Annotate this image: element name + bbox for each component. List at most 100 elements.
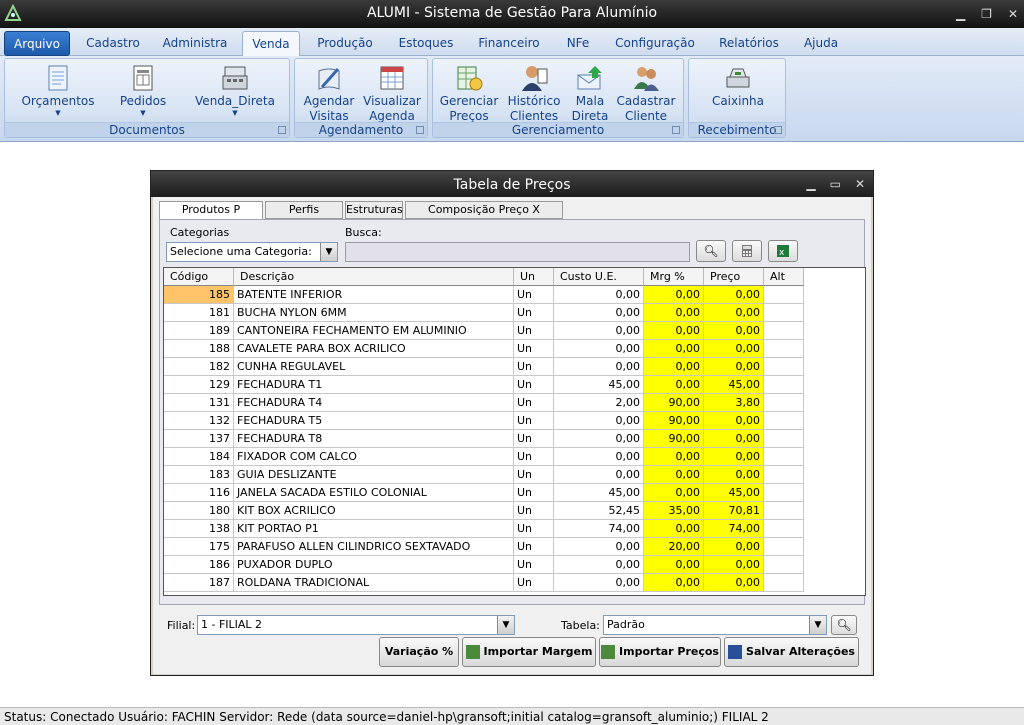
table-cell[interactable]: 0,00: [554, 466, 644, 484]
table-cell[interactable]: Un: [514, 574, 554, 592]
table-cell[interactable]: 0,00: [554, 556, 644, 574]
table-cell[interactable]: KIT PORTAO P1: [234, 520, 514, 538]
table-cell[interactable]: 137: [164, 430, 234, 448]
menu-ajuda[interactable]: Ajuda: [798, 31, 844, 56]
table-cell[interactable]: CUNHA REGULAVEL: [234, 358, 514, 376]
table-cell[interactable]: Un: [514, 520, 554, 538]
table-cell[interactable]: [764, 448, 804, 466]
table-row[interactable]: 189 CANTONEIRA FECHAMENTO EM ALUMINIO Un 0,…: [164, 322, 804, 340]
table-cell[interactable]: 0,00: [554, 340, 644, 358]
table-cell[interactable]: BATENTE INFERIOR: [234, 286, 514, 304]
table-cell[interactable]: 0,00: [704, 286, 764, 304]
cadastrar-cliente-button[interactable]: Cadastrar Cliente: [615, 63, 677, 124]
table-cell[interactable]: Un: [514, 286, 554, 304]
table-cell[interactable]: Un: [514, 358, 554, 376]
table-cell[interactable]: 35,00: [644, 502, 704, 520]
table-cell[interactable]: 45,00: [704, 484, 764, 502]
table-cell[interactable]: [764, 304, 804, 322]
categoria-select[interactable]: Selecione uma Categoria: ▼: [166, 242, 338, 262]
calculator-button[interactable]: [732, 240, 762, 262]
menu-estoques[interactable]: Estoques: [392, 31, 460, 56]
table-cell[interactable]: 70,81: [704, 502, 764, 520]
table-cell[interactable]: Un: [514, 322, 554, 340]
tab-perfis-aluminio[interactable]: Perfis Aluminio: [265, 201, 343, 232]
menu-producao[interactable]: Produção: [310, 31, 380, 56]
table-row[interactable]: 185 BATENTE INFERIOR Un 0,00 0,00 0,00: [164, 286, 804, 304]
table-row[interactable]: 180 KIT BOX ACRILICO Un 52,45 35,00 70,81: [164, 502, 804, 520]
table-cell[interactable]: 185: [164, 286, 234, 304]
table-cell[interactable]: 183: [164, 466, 234, 484]
maximize-icon[interactable]: ▭: [830, 170, 841, 198]
table-cell[interactable]: [764, 466, 804, 484]
table-cell[interactable]: [764, 322, 804, 340]
minimize-icon[interactable]: ▁: [956, 1, 965, 28]
table-cell[interactable]: 0,00: [554, 286, 644, 304]
table-cell[interactable]: [764, 574, 804, 592]
table-cell[interactable]: ROLDANA TRADICIONAL: [234, 574, 514, 592]
table-cell[interactable]: 0,00: [644, 484, 704, 502]
table-cell[interactable]: 131: [164, 394, 234, 412]
col-alt[interactable]: Alt: [764, 268, 804, 286]
tab-produtos-revenda[interactable]: Produtos P Revenda: [159, 201, 263, 232]
table-cell[interactable]: [764, 430, 804, 448]
table-cell[interactable]: 0,00: [704, 322, 764, 340]
dialog-launcher-icon[interactable]: [672, 126, 680, 134]
table-cell[interactable]: 0,00: [704, 412, 764, 430]
table-row[interactable]: 132 FECHADURA T5 Un 0,00 90,00 0,00: [164, 412, 804, 430]
table-cell[interactable]: 0,00: [644, 448, 704, 466]
search-button[interactable]: 🔍︎: [696, 240, 726, 262]
table-cell[interactable]: FECHADURA T4: [234, 394, 514, 412]
dialog-launcher-icon[interactable]: [774, 126, 782, 134]
table-cell[interactable]: 2,00: [554, 394, 644, 412]
table-cell[interactable]: 132: [164, 412, 234, 430]
table-cell[interactable]: 129: [164, 376, 234, 394]
table-cell[interactable]: 0,00: [644, 304, 704, 322]
pedidos-button[interactable]: Pedidos ▼: [107, 63, 179, 117]
table-cell[interactable]: PUXADOR DUPLO: [234, 556, 514, 574]
table-cell[interactable]: 181: [164, 304, 234, 322]
col-margem[interactable]: Mrg %: [644, 268, 704, 286]
table-cell[interactable]: Un: [514, 556, 554, 574]
table-cell[interactable]: [764, 520, 804, 538]
chevron-down-icon[interactable]: ▼: [809, 616, 826, 634]
table-cell[interactable]: 90,00: [644, 394, 704, 412]
table-cell[interactable]: FIXADOR COM CALCO: [234, 448, 514, 466]
table-cell[interactable]: Un: [514, 448, 554, 466]
table-cell[interactable]: Un: [514, 304, 554, 322]
visualizar-agenda-button[interactable]: Visualizar Agenda: [361, 63, 423, 124]
importar-margem-button[interactable]: Importar Margem: [462, 637, 596, 667]
table-cell[interactable]: [764, 358, 804, 376]
table-cell[interactable]: 0,00: [704, 448, 764, 466]
table-row[interactable]: 137 FECHADURA T8 Un 0,00 90,00 0,00: [164, 430, 804, 448]
table-row[interactable]: 183 GUIA DESLIZANTE Un 0,00 0,00 0,00: [164, 466, 804, 484]
table-row[interactable]: 131 FECHADURA T4 Un 2,00 90,00 3,80: [164, 394, 804, 412]
table-cell[interactable]: PARAFUSO ALLEN CILINDRICO SEXTAVADO: [234, 538, 514, 556]
menu-financeiro[interactable]: Financeiro: [474, 31, 544, 56]
table-cell[interactable]: 0,00: [554, 304, 644, 322]
table-cell[interactable]: 0,00: [704, 574, 764, 592]
table-cell[interactable]: 0,00: [554, 358, 644, 376]
dialog-launcher-icon[interactable]: [416, 126, 424, 134]
agendar-visitas-button[interactable]: Agendar Visitas: [301, 63, 357, 124]
menu-configuracao[interactable]: Configuração: [612, 31, 698, 56]
export-excel-button[interactable]: x: [768, 240, 798, 262]
table-cell[interactable]: 45,00: [704, 376, 764, 394]
table-cell[interactable]: FECHADURA T5: [234, 412, 514, 430]
table-cell[interactable]: 0,00: [644, 340, 704, 358]
table-cell[interactable]: Un: [514, 538, 554, 556]
table-cell[interactable]: 184: [164, 448, 234, 466]
table-cell[interactable]: 0,00: [704, 466, 764, 484]
table-cell[interactable]: 3,80: [704, 394, 764, 412]
table-cell[interactable]: 0,00: [554, 430, 644, 448]
table-cell[interactable]: 116: [164, 484, 234, 502]
table-row[interactable]: 186 PUXADOR DUPLO Un 0,00 0,00 0,00: [164, 556, 804, 574]
mala-direta-button[interactable]: Mala Direta: [569, 63, 611, 124]
table-row[interactable]: 175 PARAFUSO ALLEN CILINDRICO SEXTAVADO Un…: [164, 538, 804, 556]
table-row[interactable]: 181 BUCHA NYLON 6MM Un 0,00 0,00 0,00: [164, 304, 804, 322]
tabela-search-button[interactable]: 🔍︎: [831, 615, 857, 635]
table-cell[interactable]: Un: [514, 484, 554, 502]
table-cell[interactable]: [764, 286, 804, 304]
table-cell[interactable]: 186: [164, 556, 234, 574]
table-row[interactable]: 116 JANELA SACADA ESTILO COLONIAL Un 45,00 0…: [164, 484, 804, 502]
table-cell[interactable]: 74,00: [704, 520, 764, 538]
